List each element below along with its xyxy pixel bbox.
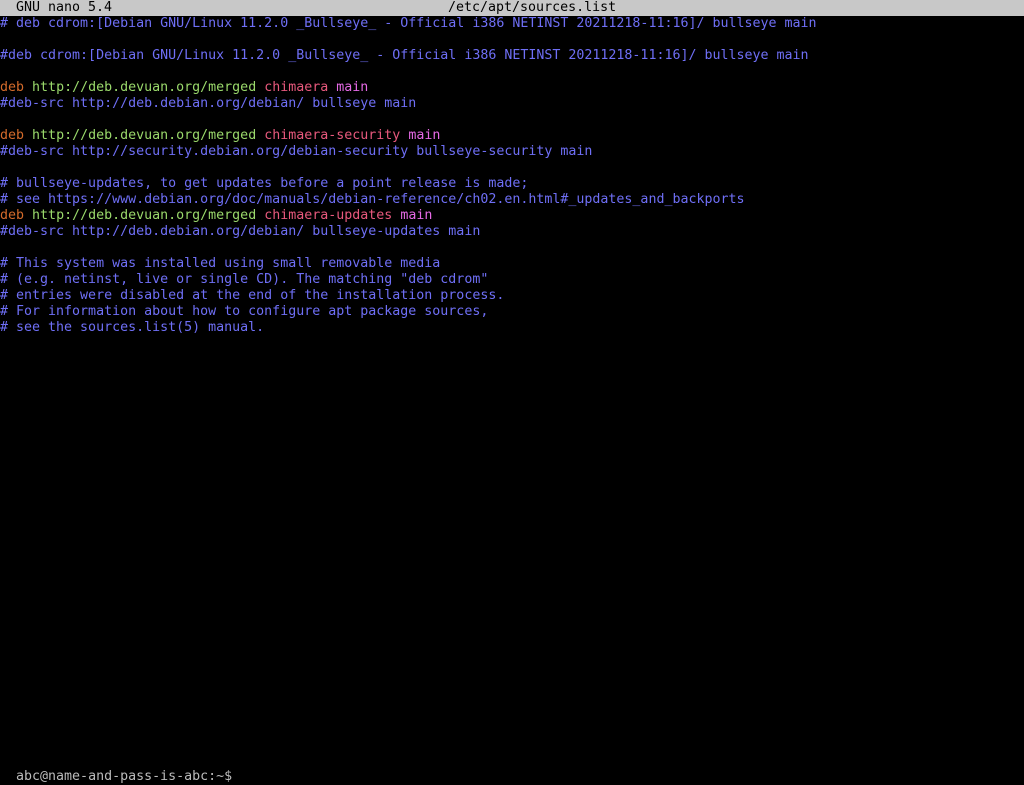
text-comment: # see the sources.list(5) manual. [0,320,265,335]
text-comment: #deb-src http://security.debian.org/debi… [0,144,593,159]
editor-line: # (e.g. netinst, live or single CD). The… [0,272,1024,288]
editor-blank-line [0,112,1024,128]
text-comment: # bullseye-updates, to get updates befor… [0,176,529,191]
text-comment: # entries were disabled at the end of th… [0,288,505,303]
editor-blank-line [0,160,1024,176]
nano-title-bar: GNU nano 5.4 /etc/apt/sources.list [0,0,1024,16]
editor-line: # entries were disabled at the end of th… [0,288,1024,304]
text-comment: # This system was installed using small … [0,256,441,271]
editor-text-area[interactable]: # deb cdrom:[Debian GNU/Linux 11.2.0 _Bu… [0,16,1024,336]
editor-blank-line [0,64,1024,80]
text-deb: deb [0,208,25,223]
editor-line: #deb-src http://deb.debian.org/debian/ b… [0,224,1024,240]
editor-line: deb http://deb.devuan.org/merged chimaer… [0,80,1024,96]
text-comment: #deb-src http://deb.debian.org/debian/ b… [0,224,481,239]
text-comment: # deb cdrom:[Debian GNU/Linux 11.2.0 _Bu… [0,16,817,31]
editor-line: # For information about how to configure… [0,304,1024,320]
editor-line: # bullseye-updates, to get updates befor… [0,176,1024,192]
editor-line: # see https://www.debian.org/doc/manuals… [0,192,1024,208]
editor-line: # This system was installed using small … [0,256,1024,272]
editor-line: deb http://deb.devuan.org/merged chimaer… [0,128,1024,144]
editor-line: #deb-src http://security.debian.org/debi… [0,144,1024,160]
text-component: main [400,208,433,223]
text-plain [24,208,32,223]
text-component: main [408,128,441,143]
text-component: main [336,80,369,95]
text-comment: #deb-src http://deb.debian.org/debian/ b… [0,96,417,111]
text-suite: chimaera-security [264,128,401,143]
text-comment: # see https://www.debian.org/doc/manuals… [0,192,745,207]
editor-line: # deb cdrom:[Debian GNU/Linux 11.2.0 _Bu… [0,16,1024,32]
editor-blank-line [0,32,1024,48]
editor-line: deb http://deb.devuan.org/merged chimaer… [0,208,1024,224]
text-plain [24,128,32,143]
text-comment: # For information about how to configure… [0,304,489,319]
text-url: http://deb.devuan.org/merged [32,128,257,143]
shell-prompt: abc@name-and-pass-is-abc:~$ [16,769,233,784]
editor-app-title: GNU nano 5.4 [16,0,113,15]
editor-blank-line [0,240,1024,256]
text-suite: chimaera-updates [264,208,393,223]
text-url: http://deb.devuan.org/merged [32,208,257,223]
text-cursor [232,768,240,782]
text-comment: # (e.g. netinst, live or single CD). The… [0,272,489,287]
text-suite: chimaera [264,80,329,95]
text-comment: #deb cdrom:[Debian GNU/Linux 11.2.0 _Bul… [0,48,809,63]
file-name-title: /etc/apt/sources.list [448,0,617,15]
text-deb: deb [0,128,25,143]
text-plain [24,80,32,95]
text-url: http://deb.devuan.org/merged [32,80,257,95]
editor-line: #deb-src http://deb.debian.org/debian/ b… [0,96,1024,112]
shell-prompt-line[interactable]: abc@name-and-pass-is-abc:~$ [0,752,240,784]
editor-line: # see the sources.list(5) manual. [0,320,1024,336]
editor-line: #deb cdrom:[Debian GNU/Linux 11.2.0 _Bul… [0,48,1024,64]
text-deb: deb [0,80,25,95]
